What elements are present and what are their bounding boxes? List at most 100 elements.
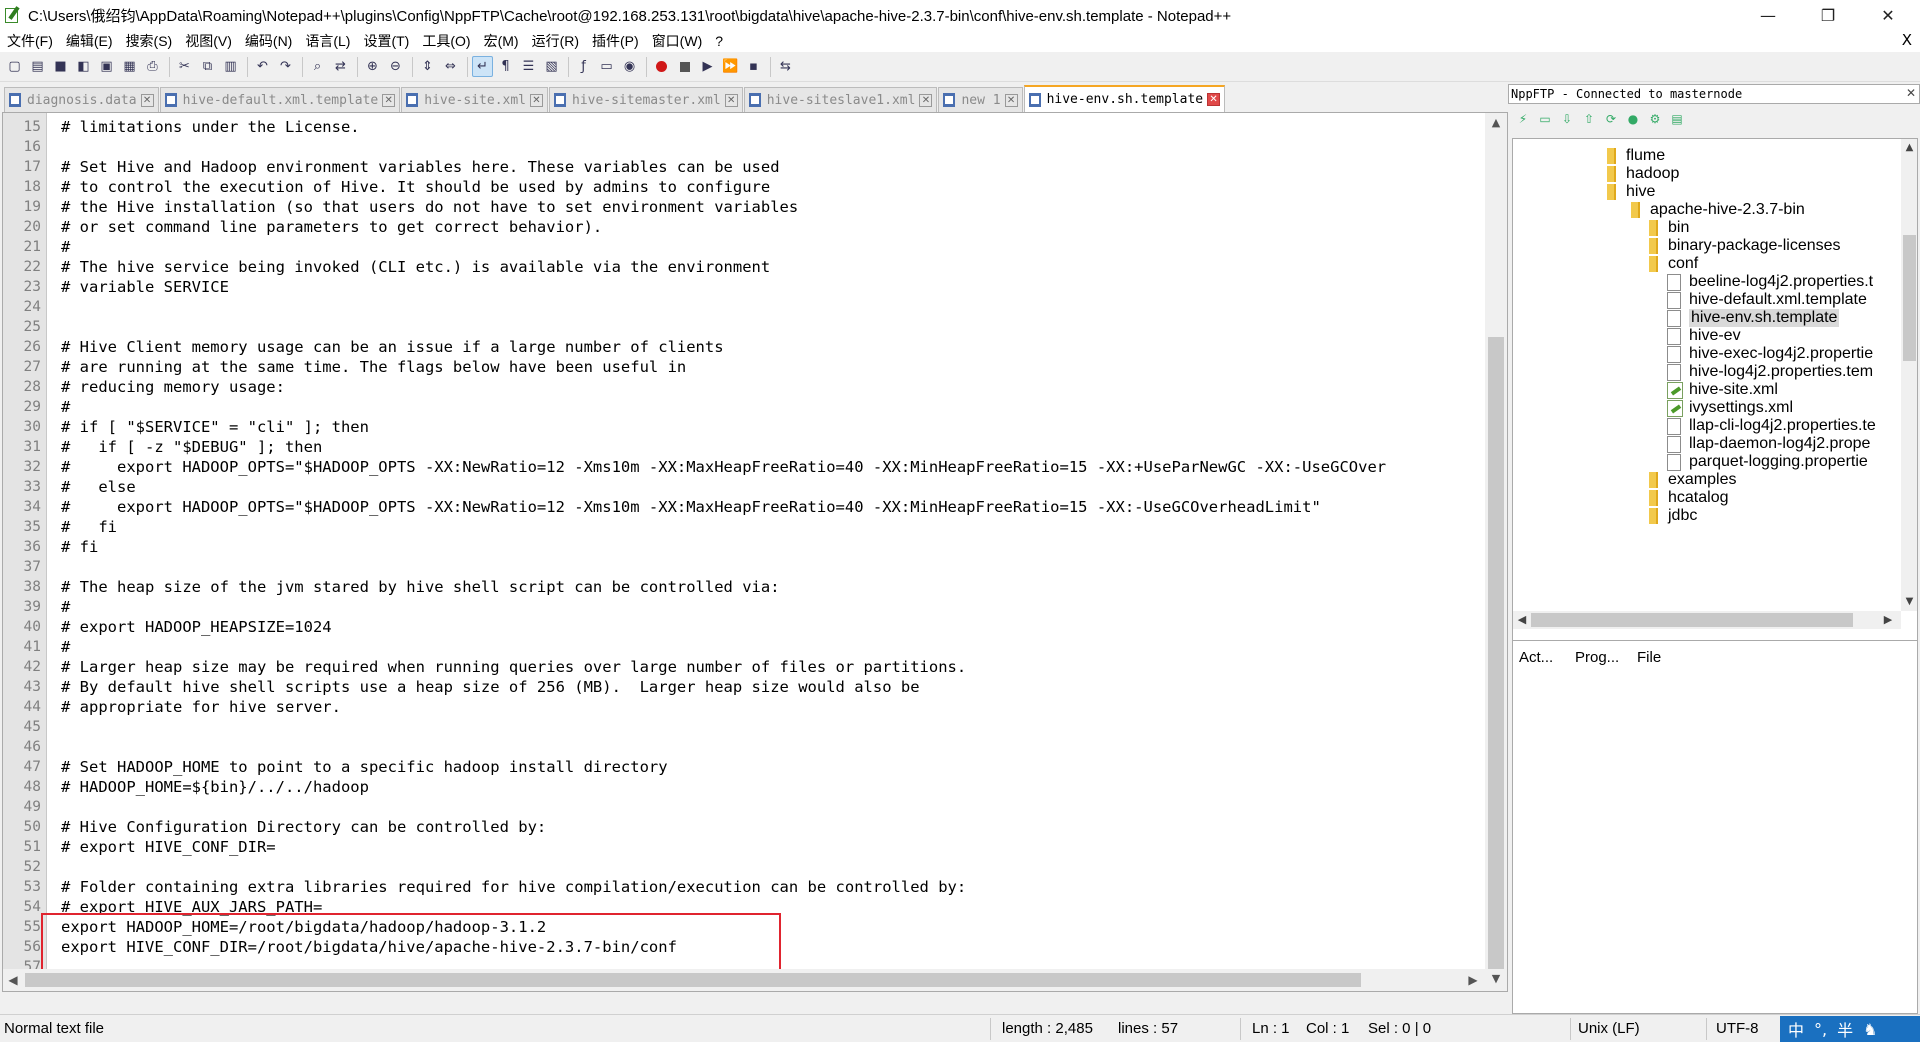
code-line[interactable]: 35 # fi [3, 517, 1485, 537]
abort-icon[interactable]: ● [1624, 111, 1642, 127]
line-text[interactable]: # Set Hive and Hadoop environment variab… [61, 158, 780, 176]
editor-horizontal-scrollbar[interactable]: ◀ ▶ [3, 969, 1485, 991]
queue-column-progress[interactable]: Prog... [1575, 649, 1619, 666]
line-text[interactable]: # [61, 238, 70, 256]
folder-workspace-icon[interactable]: ▭ [596, 56, 617, 77]
tab-active-document[interactable]: hive-env.sh.template ✕ [1023, 85, 1226, 112]
menu-encoding[interactable]: 编码(N) [238, 31, 298, 51]
ftp-panel-close-button[interactable]: ✕ [1906, 86, 1916, 100]
menu-help[interactable]: ? [708, 33, 729, 49]
status-line-number[interactable]: Ln : 1 [1252, 1020, 1290, 1037]
nppftp-icon[interactable]: ⇆ [775, 56, 796, 77]
code-line[interactable]: 30 # if [ "$SERVICE" = "cli" ]; then [3, 417, 1485, 437]
tree-vertical-scroll-thumb[interactable] [1903, 235, 1916, 361]
upload-icon[interactable]: ⇧ [1580, 111, 1598, 127]
status-eol-format[interactable]: Unix (LF) [1578, 1020, 1640, 1037]
status-column[interactable]: Col : 1 [1306, 1020, 1349, 1037]
menu-macro[interactable]: 宏(M) [477, 31, 525, 51]
tab-close-icon[interactable]: ✕ [1207, 93, 1221, 106]
code-line[interactable]: 20 # or set command line parameters to ge… [3, 217, 1485, 237]
close-document-button[interactable]: X [1902, 31, 1912, 49]
sync-vertical-icon[interactable]: ⇕ [417, 56, 438, 77]
code-line[interactable]: 45 [3, 717, 1485, 737]
code-line[interactable]: 34 # export HADOOP_OPTS="$HADOOP_OPTS -XX… [3, 497, 1485, 517]
macro-play-multiple-icon[interactable]: ⏩ [720, 56, 741, 77]
settings-icon[interactable]: ⚙ [1646, 111, 1664, 127]
line-text[interactable]: # [61, 598, 70, 616]
code-line[interactable]: 50 # Hive Configuration Directory can be … [3, 817, 1485, 837]
tree-scroll-down-icon[interactable]: ▼ [1901, 593, 1917, 611]
horizontal-scroll-thumb[interactable] [25, 973, 1361, 987]
macro-record-icon[interactable] [651, 56, 672, 77]
code-line[interactable]: 17 # Set Hive and Hadoop environment vari… [3, 157, 1485, 177]
zoom-in-icon[interactable]: ⊕ [362, 56, 383, 77]
code-line[interactable]: 53 # Folder containing extra libraries re… [3, 877, 1485, 897]
code-line[interactable]: 29 # [3, 397, 1485, 417]
code-line[interactable]: 52 [3, 857, 1485, 877]
new-file-icon[interactable]: ▢ [4, 56, 25, 77]
paste-icon[interactable]: ▥ [220, 56, 241, 77]
code-line[interactable]: 36 # fi [3, 537, 1485, 557]
tree-horizontal-scroll-thumb[interactable] [1531, 613, 1853, 627]
menu-view[interactable]: 视图(V) [178, 31, 238, 51]
code-line[interactable]: 28 # reducing memory usage: [3, 377, 1485, 397]
maximize-button[interactable]: ❐ [1800, 0, 1856, 30]
code-line[interactable]: 47 # Set HADOOP_HOME to point to a specif… [3, 757, 1485, 777]
open-file-icon[interactable]: ▤ [27, 56, 48, 77]
tab-close-icon[interactable]: ✕ [724, 93, 738, 107]
monitoring-icon[interactable]: ◉ [619, 56, 640, 77]
code-line[interactable]: 32 # export HADOOP_OPTS="$HADOOP_OPTS -XX… [3, 457, 1485, 477]
zoom-out-icon[interactable]: ⊖ [385, 56, 406, 77]
close-all-icon[interactable]: ▦ [119, 56, 140, 77]
line-text[interactable]: # fi [61, 518, 117, 536]
scroll-left-arrow-icon[interactable]: ◀ [3, 969, 23, 991]
tab-document[interactable]: hive-default.xml.template ✕ [159, 87, 401, 112]
menu-search[interactable]: 搜索(S) [119, 31, 179, 51]
line-text[interactable]: # the Hive installation (so that users d… [61, 198, 798, 216]
code-line[interactable]: 22 # The hive service being invoked (CLI … [3, 257, 1485, 277]
line-text[interactable]: # to control the execution of Hive. It s… [61, 178, 770, 196]
code-line[interactable]: 44 # appropriate for hive server. [3, 697, 1485, 717]
tab-document[interactable]: hive-siteslave1.xml ✕ [743, 87, 938, 112]
macro-play-icon[interactable]: ▶ [697, 56, 718, 77]
doc-map-icon[interactable]: ▧ [541, 56, 562, 77]
line-text[interactable]: # export HADOOP_HEAPSIZE=1024 [61, 618, 332, 636]
tree-folder-item[interactable]: jdbc [1649, 505, 1697, 527]
editor-vertical-scrollbar[interactable]: ▲ ▼ [1485, 113, 1507, 991]
line-text[interactable]: # Hive Client memory usage can be an iss… [61, 338, 724, 356]
word-wrap-icon[interactable]: ↵ [472, 56, 493, 77]
code-line[interactable]: 37 [3, 557, 1485, 577]
menu-edit[interactable]: 编辑(E) [59, 31, 119, 51]
tab-close-icon[interactable]: ✕ [140, 93, 154, 107]
macro-save-icon[interactable]: ▪ [743, 56, 764, 77]
code-line[interactable]: 39 # [3, 597, 1485, 617]
minimize-button[interactable]: — [1740, 0, 1796, 30]
line-text[interactable]: # By default hive shell scripts use a he… [61, 678, 920, 696]
function-list-icon[interactable]: ƒ [573, 56, 594, 77]
save-icon[interactable]: ■ [50, 56, 71, 77]
find-icon[interactable]: ⌕ [307, 56, 328, 77]
code-line[interactable]: 48 # HADOOP_HOME=${bin}/../../hadoop [3, 777, 1485, 797]
scroll-up-arrow-icon[interactable]: ▲ [1485, 113, 1507, 133]
ime-indicator[interactable]: 中 °, 半 ♞ [1780, 1016, 1920, 1042]
tab-close-icon[interactable]: ✕ [919, 93, 933, 107]
code-line[interactable]: 46 [3, 737, 1485, 757]
code-line[interactable]: 19 # the Hive installation (so that users… [3, 197, 1485, 217]
code-line[interactable]: 23 # variable SERVICE [3, 277, 1485, 297]
show-all-chars-icon[interactable]: ¶ [495, 56, 516, 77]
menu-settings[interactable]: 设置(T) [356, 31, 415, 51]
scroll-down-arrow-icon[interactable]: ▼ [1485, 969, 1507, 989]
code-line[interactable]: 24 [3, 297, 1485, 317]
line-text[interactable]: # Larger heap size may be required when … [61, 658, 966, 676]
copy-icon[interactable]: ⧉ [197, 56, 218, 77]
indent-guide-icon[interactable]: ☰ [518, 56, 539, 77]
code-line[interactable]: 43 # By default hive shell scripts use a … [3, 677, 1485, 697]
replace-icon[interactable]: ⇄ [330, 56, 351, 77]
print-icon[interactable]: ⎙ [142, 56, 163, 77]
ftp-file-tree[interactable]: flume hadoop hive apache-hive-2.3.7-bin bin b… [1512, 138, 1918, 694]
line-text[interactable]: # if [ "$SERVICE" = "cli" ]; then [61, 418, 369, 436]
menu-plugins[interactable]: 插件(P) [585, 31, 645, 51]
vertical-scroll-thumb[interactable] [1488, 337, 1504, 969]
line-text[interactable]: # reducing memory usage: [61, 378, 285, 396]
queue-column-file[interactable]: File [1637, 649, 1661, 666]
